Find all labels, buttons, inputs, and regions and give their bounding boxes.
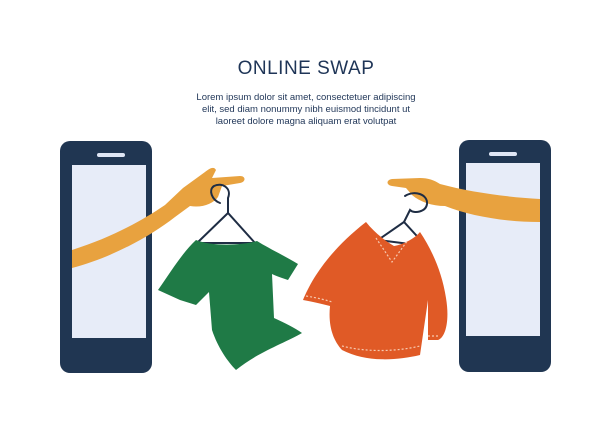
orange-shirt-icon <box>303 222 448 360</box>
green-shirt-icon <box>158 240 302 370</box>
right-phone-icon <box>459 140 551 372</box>
illustration <box>60 140 551 373</box>
